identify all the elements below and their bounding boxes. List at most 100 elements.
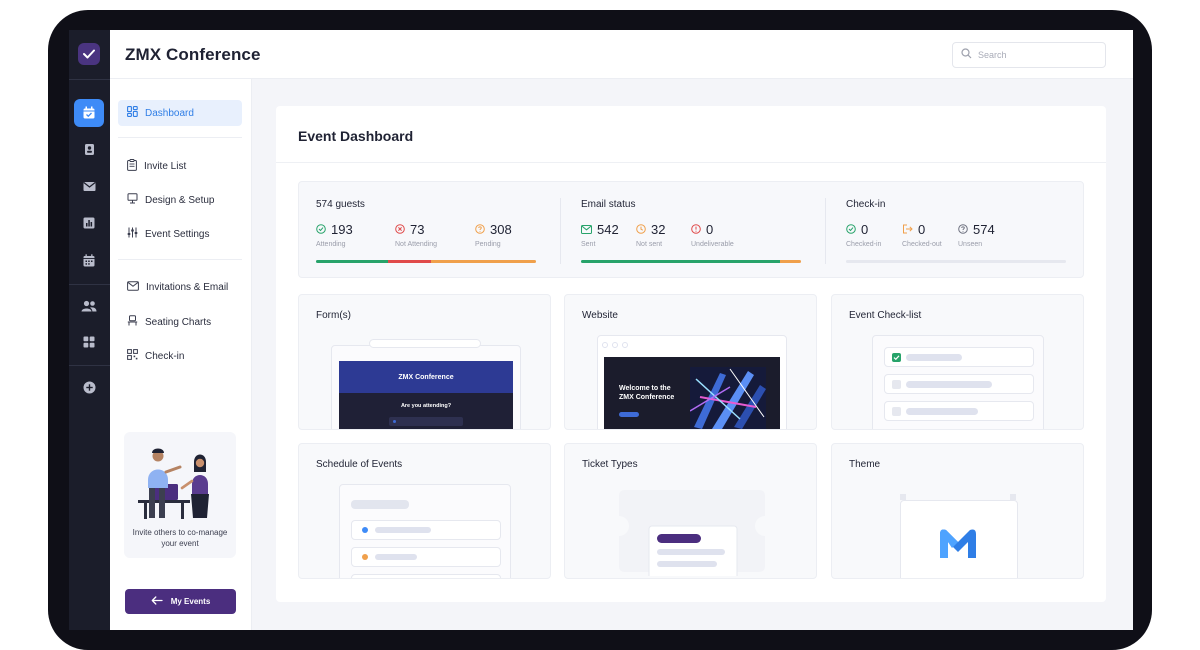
rail-calendar-icon[interactable] bbox=[74, 246, 104, 274]
card-title: Ticket Types bbox=[582, 459, 638, 470]
rail-contacts-icon[interactable] bbox=[74, 135, 104, 163]
app-screen: ZMX Conference Dashboard Invite List Des… bbox=[69, 30, 1133, 630]
rail-team-icon[interactable] bbox=[74, 292, 104, 320]
alert-circle-icon bbox=[691, 222, 701, 237]
sign-out-icon bbox=[902, 222, 913, 237]
card-title: Event Check-list bbox=[849, 310, 922, 321]
sidebar: Dashboard Invite List Design & Setup Eve… bbox=[110, 79, 252, 630]
card-ticket-types[interactable]: Ticket Types bbox=[564, 443, 817, 579]
sidebar-item-dashboard[interactable]: Dashboard bbox=[118, 100, 242, 126]
bar-segment-pending bbox=[431, 260, 536, 263]
clock-icon bbox=[636, 222, 646, 237]
x-circle-icon bbox=[395, 222, 405, 237]
stat-value: 308 bbox=[490, 222, 512, 237]
email-progress-bar bbox=[581, 260, 801, 263]
arrow-left-icon bbox=[151, 596, 163, 607]
abstract-art-image bbox=[690, 367, 766, 429]
stat-value: 32 bbox=[651, 222, 666, 237]
stat-label: Not Attending bbox=[395, 241, 438, 248]
schedule-heading-placeholder bbox=[351, 500, 409, 509]
stat-label: Sent bbox=[581, 241, 596, 248]
guests-progress-bar bbox=[316, 260, 536, 263]
panel-divider bbox=[276, 162, 1106, 163]
guests-heading: 574 guests bbox=[316, 199, 365, 210]
card-title: Schedule of Events bbox=[316, 459, 403, 470]
app-logo[interactable] bbox=[78, 43, 100, 65]
sliders-icon bbox=[127, 227, 138, 241]
card-theme[interactable]: Theme bbox=[831, 443, 1084, 579]
rail-divider bbox=[69, 365, 110, 366]
seat-icon bbox=[127, 315, 138, 329]
email-heading: Email status bbox=[581, 199, 636, 210]
stat-label: Undeliverable bbox=[691, 241, 734, 248]
sidebar-item-label: Invitations & Email bbox=[146, 281, 229, 293]
sidebar-item-label: Dashboard bbox=[145, 107, 194, 119]
stat-label: Attending bbox=[316, 241, 346, 248]
checkbox-checked-icon bbox=[892, 353, 901, 362]
sidebar-item-label: Invite List bbox=[144, 160, 187, 172]
website-preview-headline: Welcome to the ZMX Conference bbox=[619, 385, 675, 401]
schedule-line bbox=[375, 527, 431, 533]
checkin-stats: Check-in 0 Checked-in 0 Checked-out 574 … bbox=[846, 182, 1068, 277]
stat-value: 73 bbox=[410, 222, 425, 237]
card-event-checklist[interactable]: Event Check-list bbox=[831, 294, 1084, 430]
clipboard-icon bbox=[127, 158, 137, 174]
rail-divider bbox=[69, 284, 110, 285]
rail-mail-icon[interactable] bbox=[74, 172, 104, 200]
stat-label: Checked-in bbox=[846, 241, 882, 248]
question-circle-icon bbox=[958, 222, 968, 237]
sidebar-item-check-in[interactable]: Check-in bbox=[118, 343, 242, 369]
rail-apps-icon[interactable] bbox=[74, 328, 104, 356]
bar-segment-not-attending bbox=[388, 260, 431, 263]
my-events-button[interactable]: My Events bbox=[125, 589, 236, 614]
guests-stats: 574 guests 193 Attending 73 Not Attendin… bbox=[316, 182, 538, 277]
sidebar-item-seating-charts[interactable]: Seating Charts bbox=[118, 309, 242, 335]
theme-handle bbox=[900, 494, 906, 500]
bar-segment-sent bbox=[581, 260, 780, 263]
sidebar-item-design-setup[interactable]: Design & Setup bbox=[118, 187, 242, 213]
bar-segment-attending bbox=[316, 260, 388, 263]
invite-collaborators-card[interactable]: Invite others to co-manage your event bbox=[124, 432, 236, 558]
rail-add-icon[interactable] bbox=[74, 373, 104, 401]
sidebar-item-invite-list[interactable]: Invite List bbox=[118, 153, 242, 179]
check-circle-icon bbox=[846, 222, 856, 237]
card-website[interactable]: Website Welcome to the ZMX Conference bbox=[564, 294, 817, 430]
envelope-icon bbox=[127, 280, 139, 294]
stat-value: 0 bbox=[861, 222, 869, 237]
stat-checked-out: 0 Checked-out bbox=[902, 222, 942, 248]
website-preview-button bbox=[619, 412, 639, 417]
form-preview-radio bbox=[393, 420, 396, 423]
stats-divider bbox=[825, 198, 826, 264]
ticket-line bbox=[657, 561, 717, 567]
icon-rail bbox=[69, 30, 110, 630]
checkbox-empty-icon bbox=[892, 380, 901, 389]
stat-not-sent: 32 Not sent bbox=[636, 222, 665, 248]
stat-sent: 542 Sent bbox=[581, 222, 619, 248]
sidebar-item-label: Check-in bbox=[145, 350, 185, 362]
ticket-title-placeholder bbox=[657, 534, 701, 543]
stat-attending: 193 Attending bbox=[316, 222, 353, 248]
card-schedule-of-events[interactable]: Schedule of Events bbox=[298, 443, 551, 579]
stat-value: 193 bbox=[331, 222, 353, 237]
sidebar-item-label: Design & Setup bbox=[145, 194, 215, 206]
card-forms[interactable]: Form(s) ZMX Conference Are you attending… bbox=[298, 294, 551, 430]
rail-events-icon[interactable] bbox=[74, 99, 104, 127]
sidebar-item-event-settings[interactable]: Event Settings bbox=[118, 221, 242, 247]
question-circle-icon bbox=[475, 222, 485, 237]
my-events-label: My Events bbox=[170, 597, 211, 606]
stat-pending: 308 Pending bbox=[475, 222, 512, 248]
rail-reports-icon[interactable] bbox=[74, 209, 104, 237]
rail-divider bbox=[69, 79, 110, 80]
stat-value: 574 bbox=[973, 222, 995, 237]
stat-label: Pending bbox=[475, 241, 501, 248]
monitor-icon bbox=[127, 193, 138, 207]
sidebar-item-invitations-email[interactable]: Invitations & Email bbox=[118, 274, 242, 300]
dot-blue-icon bbox=[362, 527, 368, 533]
stats-divider bbox=[560, 198, 561, 264]
search-input[interactable] bbox=[978, 50, 1098, 60]
dot-orange-icon bbox=[362, 554, 368, 560]
stat-checked-in: 0 Checked-in bbox=[846, 222, 881, 248]
app-title: ZMX Conference bbox=[125, 45, 261, 64]
search-box[interactable] bbox=[952, 42, 1106, 68]
qr-code-icon bbox=[127, 349, 138, 363]
